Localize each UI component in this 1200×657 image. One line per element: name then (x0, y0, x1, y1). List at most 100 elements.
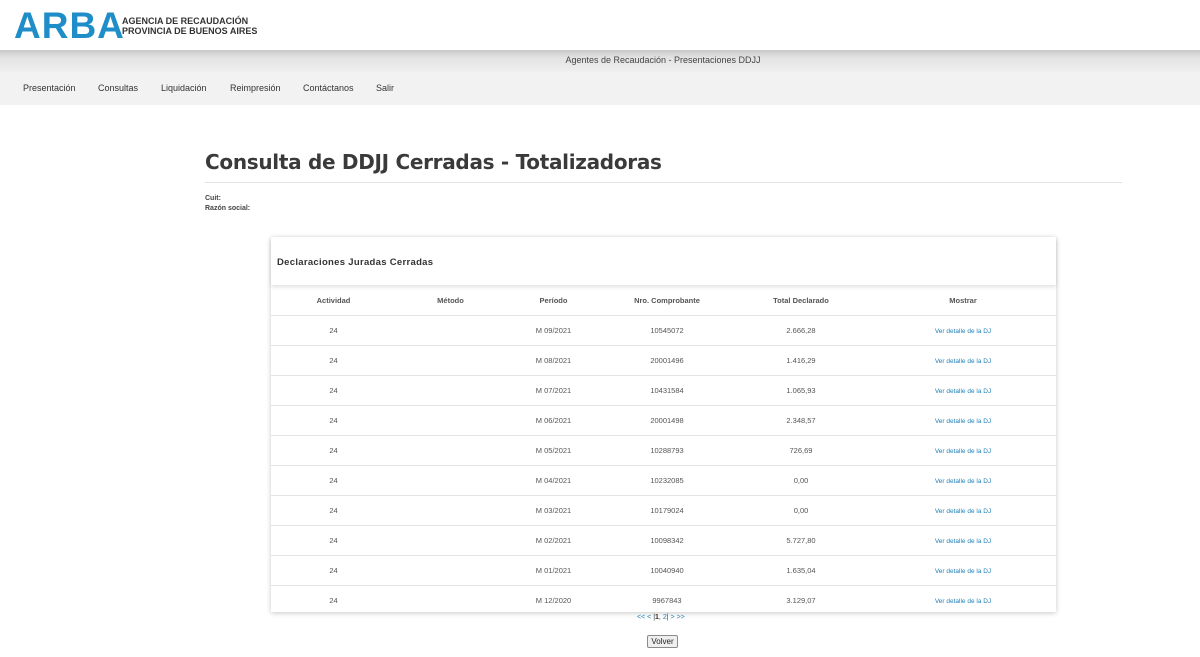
column-header-mostrar: Mostrar (870, 286, 1056, 316)
cell-actividad: 24 (329, 596, 338, 605)
pagination: << < |1, 2| > >> (637, 614, 685, 621)
cell-periodo: M 03/2021 (505, 495, 602, 526)
cell-periodo: M 06/2021 (505, 405, 602, 436)
cell-mostrar: Ver detalle de la DJ (870, 586, 1056, 616)
title-divider (205, 182, 1122, 183)
cell-metodo (396, 375, 505, 406)
cell-metodo (396, 405, 505, 436)
card-header: Declaraciones Juradas Cerradas (271, 237, 1056, 285)
menu-item-presentacion[interactable]: Presentación (23, 83, 76, 93)
cell-periodo: M 05/2021 (505, 435, 602, 466)
cell-mostrar: Ver detalle de la DJ (870, 555, 1056, 586)
cell-periodo: M 01/2021 (505, 555, 602, 586)
cell-actividad: 24 (271, 375, 396, 406)
prev-page-link[interactable]: < (647, 614, 651, 621)
cell-total: 0,00 (732, 495, 870, 526)
cell-metodo (396, 586, 505, 616)
cell-actividad: 24 (271, 495, 396, 526)
menu-item-liquidacion[interactable]: Liquidación (161, 83, 207, 93)
cell-metodo (396, 555, 505, 586)
cell-mostrar: Ver detalle de la DJ (870, 345, 1056, 376)
column-header-actividad[interactable]: Actividad (271, 286, 396, 316)
ver-detalle-link[interactable]: Ver detalle de la DJ (935, 358, 991, 365)
table-row: 24 M 08/2021 20001496 1.416,29 Ver detal… (271, 345, 1056, 376)
table-row: 24 M 04/2021 10232085 0,00 Ver detalle d… (271, 465, 1056, 496)
cell-mostrar: Ver detalle de la DJ (870, 375, 1056, 406)
cell-comprobante: 20001496 (602, 345, 732, 376)
cell-metodo (396, 495, 505, 526)
ver-detalle-link[interactable]: Ver detalle de la DJ (935, 568, 991, 575)
main-menu: Presentación Consultas Liquidación Reimp… (0, 72, 1200, 105)
site-header: ARBA AGENCIA DE RECAUDACIÓN PROVINCIA DE… (0, 0, 1200, 50)
cell-periodo: M 08/2021 (505, 345, 602, 376)
table-row: 24 M 03/2021 10179024 0,00 Ver detalle d… (271, 495, 1056, 526)
column-header-total[interactable]: Total Declarado (732, 286, 870, 316)
next-page-link[interactable]: > (671, 614, 675, 621)
cell-metodo (396, 465, 505, 496)
cell-total: 1.635,04 (732, 555, 870, 586)
page-title: Consulta de DDJJ Cerradas - Totalizadora… (205, 150, 662, 174)
column-header-comprobante[interactable]: Nro. Comprobante (602, 286, 732, 316)
card-title: Declaraciones Juradas Cerradas (277, 257, 434, 268)
last-page-link[interactable]: >> (677, 614, 685, 621)
ver-detalle-link[interactable]: Ver detalle de la DJ (935, 598, 991, 605)
system-title: Agentes de Recaudación - Presentaciones … (565, 55, 761, 65)
first-page-link[interactable]: << (637, 614, 645, 621)
cell-total: 0,00 (732, 465, 870, 496)
cell-actividad: 24 (271, 555, 396, 586)
pager-close-bar: | (666, 614, 669, 621)
ver-detalle-link[interactable]: Ver detalle de la DJ (935, 388, 991, 395)
cell-mostrar: Ver detalle de la DJ (870, 435, 1056, 466)
ver-detalle-link[interactable]: Ver detalle de la DJ (935, 418, 991, 425)
cell-comprobante: 10040940 (602, 555, 732, 586)
cell-metodo (396, 525, 505, 556)
cell-metodo (396, 315, 505, 346)
cell-total: 726,69 (732, 435, 870, 466)
menu-item-consultas[interactable]: Consultas (98, 83, 138, 93)
arba-logo[interactable]: ARBA (14, 6, 125, 46)
cell-mostrar: Ver detalle de la DJ (870, 465, 1056, 496)
cell-metodo (396, 345, 505, 376)
cell-total: 3.129,07 (786, 596, 816, 605)
table-row: 24 M 01/2021 10040940 1.635,04 Ver detal… (271, 555, 1056, 586)
cell-total: 1.065,93 (732, 375, 870, 406)
ver-detalle-link[interactable]: Ver detalle de la DJ (935, 328, 991, 335)
column-header-metodo[interactable]: Método (396, 286, 505, 316)
menu-item-contactanos[interactable]: Contáctanos (303, 83, 354, 93)
table-row: 24 M 06/2021 20001498 2.348,57 Ver detal… (271, 405, 1056, 436)
table-row: 24 M 02/2021 10098342 5.727,80 Ver detal… (271, 525, 1056, 556)
cell-total: 2.666,28 (732, 315, 870, 346)
cell-total: 5.727,80 (732, 525, 870, 556)
cell-total: 2.348,57 (732, 405, 870, 436)
menu-item-reimpresion[interactable]: Reimpresión (230, 83, 281, 93)
ver-detalle-link[interactable]: Ver detalle de la DJ (935, 448, 991, 455)
razon-social-label: Razón social: (205, 205, 251, 212)
cell-comprobante: 10545072 (602, 315, 732, 346)
ver-detalle-link[interactable]: Ver detalle de la DJ (935, 538, 991, 545)
cell-comprobante: 10232085 (602, 465, 732, 496)
volver-button[interactable]: Volver (647, 635, 678, 648)
cell-periodo: M 12/2020 (535, 596, 572, 605)
cell-mostrar: Ver detalle de la DJ (870, 495, 1056, 526)
column-header-periodo[interactable]: Período (505, 286, 602, 316)
ver-detalle-link[interactable]: Ver detalle de la DJ (935, 508, 991, 515)
cell-periodo: M 02/2021 (505, 525, 602, 556)
agency-name-line-1: AGENCIA DE RECAUDACIÓN (122, 16, 249, 26)
cell-actividad: 24 (271, 405, 396, 436)
cell-actividad: 24 (271, 315, 396, 346)
ddjj-card: Declaraciones Juradas Cerradas Actividad… (271, 237, 1056, 612)
agency-name-line-2: PROVINCIA DE BUENOS AIRES (122, 26, 258, 36)
table-row: 24 M 09/2021 10545072 2.666,28 Ver detal… (271, 315, 1056, 346)
agency-name: AGENCIA DE RECAUDACIÓN PROVINCIA DE BUEN… (122, 16, 257, 36)
cell-actividad: 24 (271, 465, 396, 496)
cell-periodo: M 09/2021 (505, 315, 602, 346)
pager-separator: , (658, 614, 661, 621)
cell-comprobante: 10288793 (602, 435, 732, 466)
ver-detalle-link[interactable]: Ver detalle de la DJ (935, 478, 991, 485)
table-row: 24 M 12/2020 9967843 3.129,07 Ver detall… (271, 586, 1056, 616)
cell-actividad: 24 (271, 345, 396, 376)
cell-metodo (396, 435, 505, 466)
cell-mostrar: Ver detalle de la DJ (870, 405, 1056, 436)
table-row: 24 M 05/2021 10288793 726,69 Ver detalle… (271, 435, 1056, 466)
menu-item-salir[interactable]: Salir (376, 83, 394, 93)
